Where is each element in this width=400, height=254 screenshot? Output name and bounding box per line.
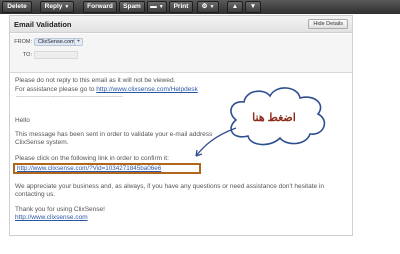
previous-message-button[interactable]: ▲ xyxy=(227,1,243,13)
add-contact-button[interactable]: + xyxy=(74,38,83,46)
move-folder-button[interactable]: ▬ ▼ xyxy=(147,1,167,13)
chevron-down-icon: ▼ xyxy=(64,4,70,10)
to-label: TO: xyxy=(22,52,32,58)
thanks-line: Thank you for using ClixSense! xyxy=(15,206,105,213)
appreciate-line1: We appreciate your business and, as alwa… xyxy=(15,183,324,190)
greeting: Hello xyxy=(15,117,30,124)
delete-button[interactable]: Delete xyxy=(2,1,32,13)
confirm-link-highlight: http://www.clixsense.com/?Vid=1034271845… xyxy=(13,163,201,174)
email-header: Email Validation Hide Details xyxy=(10,16,352,33)
no-reply-notice: Please do not reply to this email as it … xyxy=(15,77,176,84)
confirm-link[interactable]: http://www.clixsense.com/?Vid=1034271845… xyxy=(17,165,161,172)
email-toolbar: Delete Reply ▼ Forward Spam ▬ ▼ Print ⚙ ▼ ▲… xyxy=(0,0,400,14)
validate-message-line2: ClixSense system. xyxy=(15,139,69,146)
chevron-down-icon: ▼ xyxy=(209,4,215,10)
print-button[interactable]: Print xyxy=(169,1,193,13)
email-subject: Email Validation xyxy=(14,20,72,29)
helpdesk-link[interactable]: http://www.clixsense.com/Helpdesk xyxy=(96,86,198,93)
callout-text: اضغط هنا xyxy=(252,112,296,124)
from-label: FROM: xyxy=(14,39,32,45)
next-message-button[interactable]: ▼ xyxy=(245,1,261,13)
appreciate-line2: contacting us. xyxy=(15,191,56,198)
recipient-field xyxy=(34,51,78,59)
validate-message-line1: This message has been sent in order to v… xyxy=(15,131,213,138)
folder-icon: ▬ xyxy=(150,3,157,10)
assistance-line: For assistance please go to http://www.c… xyxy=(15,86,198,93)
gear-icon: ⚙ xyxy=(201,3,208,10)
email-message-pane: Email Validation Hide Details FROM: Clix… xyxy=(9,15,353,236)
actions-button[interactable]: ⚙ ▼ xyxy=(197,1,219,13)
reply-button[interactable]: Reply ▼ xyxy=(40,1,74,13)
hide-details-button[interactable]: Hide Details xyxy=(308,19,348,29)
forward-button[interactable]: Forward xyxy=(83,1,117,13)
email-meta: FROM: ClixSense.com + TO: xyxy=(10,34,352,73)
sender-chip[interactable]: ClixSense.com xyxy=(34,38,79,46)
spam-button[interactable]: Spam xyxy=(119,1,145,13)
site-link: http://www.clixsense.com xyxy=(15,214,88,221)
chevron-down-icon: ▼ xyxy=(158,4,164,10)
divider-dashes: ----------------------------------------… xyxy=(16,94,123,100)
click-link-instruction: Please click on the following link in or… xyxy=(15,155,169,162)
